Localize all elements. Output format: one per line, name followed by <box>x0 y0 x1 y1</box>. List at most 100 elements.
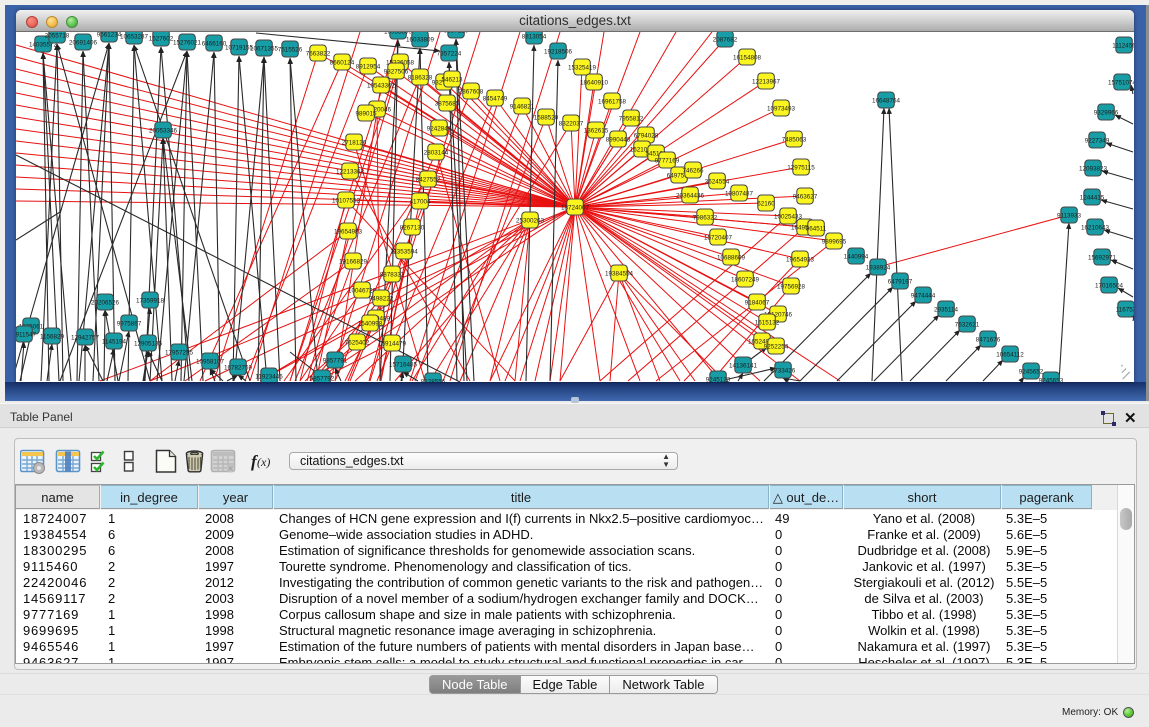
svg-text:8813054: 8813054 <box>522 34 547 41</box>
svg-text:116753: 116753 <box>1116 307 1134 314</box>
svg-text:16782759: 16782759 <box>224 365 253 372</box>
svg-text:19218506: 19218506 <box>544 49 573 56</box>
svg-text:2867608: 2867608 <box>459 89 484 96</box>
svg-text:20053346: 20053346 <box>149 128 178 135</box>
svg-text:9498222: 9498222 <box>369 296 394 303</box>
svg-text:20206526: 20206526 <box>91 300 120 307</box>
svg-text:9975867: 9975867 <box>117 321 142 328</box>
svg-text:9777169: 9777169 <box>655 158 680 165</box>
svg-text:9245652: 9245652 <box>1019 369 1044 376</box>
svg-text:964511: 964511 <box>806 226 827 233</box>
svg-text:(x): (x) <box>257 455 270 469</box>
svg-text:10107552: 10107552 <box>332 198 361 205</box>
svg-text:9242848: 9242848 <box>427 126 452 133</box>
svg-text:1588520: 1588520 <box>534 115 559 122</box>
svg-text:8128556: 8128556 <box>421 379 446 383</box>
svg-text:746266: 746266 <box>682 168 704 175</box>
svg-text:10671355: 10671355 <box>250 46 279 53</box>
svg-text:3911547: 3911547 <box>16 332 37 339</box>
svg-text:14136141: 14136141 <box>729 363 758 370</box>
svg-text:9113933: 9113933 <box>1057 213 1082 220</box>
svg-text:9227349: 9227349 <box>1085 138 1110 145</box>
svg-text:10688609: 10688609 <box>717 255 746 262</box>
svg-text:1527602: 1527602 <box>149 36 174 43</box>
svg-text:19384554: 19384554 <box>605 271 634 278</box>
svg-text:19166829: 19166829 <box>339 259 368 266</box>
svg-text:10807487: 10807487 <box>725 191 754 198</box>
svg-text:12905135: 12905135 <box>134 341 163 348</box>
svg-text:19654923: 19654923 <box>786 257 815 264</box>
svg-text:8322037: 8322037 <box>559 121 584 128</box>
svg-text:1615132: 1615132 <box>755 320 780 327</box>
svg-text:15751074: 15751074 <box>1108 80 1134 87</box>
svg-text:7485063: 7485063 <box>782 137 807 144</box>
svg-text:8454749: 8454749 <box>483 96 508 103</box>
svg-text:8471676: 8471676 <box>976 337 1001 344</box>
svg-text:9463627: 9463627 <box>793 194 818 201</box>
svg-text:11923446: 11923446 <box>255 374 283 381</box>
svg-text:1733426: 1733426 <box>771 368 796 375</box>
svg-text:9146821: 9146821 <box>510 104 535 111</box>
svg-text:2803144: 2803144 <box>424 150 449 157</box>
svg-text:12975115: 12975115 <box>787 165 815 172</box>
svg-text:9857791: 9857791 <box>323 358 348 365</box>
svg-text:7663822: 7663822 <box>306 51 331 58</box>
svg-text:3624554: 3624554 <box>705 179 730 186</box>
svg-text:19756928: 19756928 <box>777 284 806 291</box>
svg-text:9899695: 9899695 <box>822 239 847 246</box>
svg-text:18724007: 18724007 <box>561 205 590 212</box>
svg-text:12093823: 12093823 <box>1079 166 1108 173</box>
svg-text:9184067: 9184067 <box>745 300 770 307</box>
svg-text:7515526: 7515526 <box>278 47 303 54</box>
svg-text:9474444: 9474444 <box>911 293 936 300</box>
svg-text:7955812: 7955812 <box>619 116 644 123</box>
svg-text:9857792: 9857792 <box>310 376 335 383</box>
svg-text:8878332: 8878332 <box>380 272 405 279</box>
svg-text:7357224: 7357224 <box>437 51 462 58</box>
svg-text:12213363: 12213363 <box>336 169 365 176</box>
svg-text:15692971: 15692971 <box>1088 255 1117 262</box>
svg-text:2055718: 2055718 <box>45 33 70 40</box>
svg-text:62160: 62160 <box>757 201 775 208</box>
svg-text:6479197: 6479197 <box>888 279 913 286</box>
svg-text:8427552: 8427552 <box>416 177 441 184</box>
svg-text:989015: 989015 <box>355 111 377 118</box>
svg-text:9329966: 9329966 <box>1094 110 1119 117</box>
svg-text:9245653: 9245653 <box>1039 378 1064 383</box>
svg-text:16961758: 16961758 <box>598 99 627 106</box>
svg-text:1156829: 1156829 <box>40 334 65 341</box>
svg-text:2087682: 2087682 <box>713 37 738 44</box>
svg-text:6466160: 6466160 <box>202 41 227 48</box>
svg-text:18640910: 18640910 <box>580 80 609 87</box>
svg-text:8267130: 8267130 <box>400 225 425 232</box>
svg-text:11353594: 11353594 <box>390 249 418 256</box>
svg-text:1440994: 1440994 <box>844 254 869 261</box>
svg-text:20691406: 20691406 <box>69 40 98 47</box>
svg-text:16210643: 16210643 <box>1081 225 1110 232</box>
svg-text:2935114: 2935114 <box>934 307 959 314</box>
svg-text:17016504: 17016504 <box>1095 283 1124 290</box>
svg-text:15720407: 15720407 <box>704 235 733 242</box>
svg-text:1938924: 1938924 <box>866 265 891 272</box>
svg-text:10653287: 10653287 <box>120 34 149 41</box>
svg-text:16154808: 16154808 <box>733 55 762 62</box>
svg-text:9245123: 9245123 <box>706 377 731 383</box>
svg-text:417004: 417004 <box>409 199 431 206</box>
svg-text:19654983: 19654983 <box>334 229 363 236</box>
svg-text:8186328: 8186328 <box>408 75 433 82</box>
svg-text:1145194: 1145194 <box>102 339 127 346</box>
svg-text:8660124: 8660124 <box>330 60 355 67</box>
svg-text:10973493: 10973493 <box>767 106 796 113</box>
svg-text:1112456: 1112456 <box>1112 43 1134 50</box>
svg-text:15276021: 15276021 <box>173 40 202 47</box>
svg-text:16033809: 16033809 <box>406 37 435 44</box>
svg-text:1244415: 1244415 <box>1080 195 1105 202</box>
svg-text:25300263: 25300263 <box>516 218 545 225</box>
svg-text:8990448: 8990448 <box>606 137 631 144</box>
svg-text:17359918: 17359918 <box>136 298 165 305</box>
svg-text:8912954: 8912954 <box>356 64 381 71</box>
svg-text:2718126: 2718126 <box>342 140 367 147</box>
svg-text:12942757: 12942757 <box>71 335 100 342</box>
svg-text:1540998: 1540998 <box>358 321 383 328</box>
svg-text:3875685: 3875685 <box>435 101 460 108</box>
